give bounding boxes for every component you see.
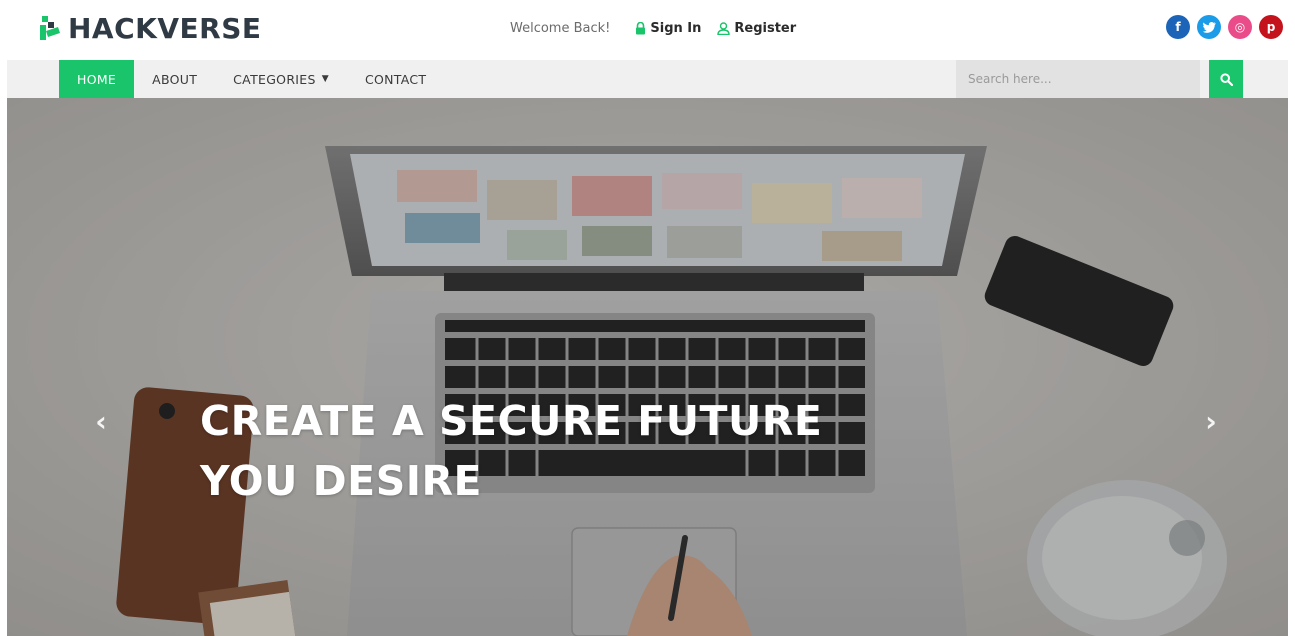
dribbble-icon[interactable]: ◎ bbox=[1228, 15, 1252, 39]
social-links: f ◎ p bbox=[1166, 15, 1283, 39]
hero-title-line-2: YOU DESIRE bbox=[200, 457, 483, 505]
register-label: Register bbox=[734, 20, 797, 36]
nav-item-label: ABOUT bbox=[152, 71, 198, 87]
nav-item-about[interactable]: ABOUT bbox=[134, 60, 215, 98]
search-input[interactable] bbox=[956, 60, 1200, 98]
nav-item-label: HOME bbox=[77, 71, 117, 87]
brand-name: HACKVERSE bbox=[68, 11, 262, 45]
hero-slider: ‹ › CREATE A SECURE FUTURE YOU DESIRE bbox=[7, 98, 1288, 636]
chevron-left-icon[interactable]: ‹ bbox=[89, 405, 113, 438]
chevron-right-icon[interactable]: › bbox=[1199, 405, 1223, 438]
sign-in-label: Sign In bbox=[650, 20, 702, 36]
twitter-icon[interactable] bbox=[1197, 15, 1221, 39]
top-header: HACKVERSE Welcome Back! Sign In Register… bbox=[0, 0, 1295, 58]
register-link[interactable]: Register bbox=[717, 21, 796, 36]
facebook-icon[interactable]: f bbox=[1166, 15, 1190, 39]
hero-title-line-1: CREATE A SECURE FUTURE bbox=[200, 397, 823, 445]
main-navbar: HOME ABOUT CATEGORIES ▼ CONTACT bbox=[7, 60, 1288, 98]
pinterest-icon[interactable]: p bbox=[1259, 15, 1283, 39]
nav-item-categories[interactable]: CATEGORIES ▼ bbox=[215, 60, 347, 98]
nav-item-label: CATEGORIES bbox=[233, 71, 316, 87]
account-bar: Welcome Back! Sign In Register bbox=[510, 17, 812, 39]
caret-down-icon: ▼ bbox=[321, 74, 329, 84]
search-button[interactable] bbox=[1209, 60, 1243, 98]
user-icon bbox=[717, 21, 731, 35]
nav-menu: HOME ABOUT CATEGORIES ▼ CONTACT bbox=[59, 60, 444, 98]
twitter-bird-icon bbox=[1202, 21, 1216, 33]
site-logo[interactable]: HACKVERSE bbox=[36, 8, 262, 48]
nav-item-label: CONTACT bbox=[364, 71, 427, 87]
welcome-text: Welcome Back! bbox=[510, 20, 611, 36]
nav-item-contact[interactable]: CONTACT bbox=[347, 60, 444, 98]
search-icon bbox=[1219, 72, 1233, 86]
hero-overlay bbox=[7, 98, 1288, 636]
lock-icon bbox=[636, 21, 646, 34]
logo-icon bbox=[40, 16, 60, 40]
nav-item-home[interactable]: HOME bbox=[59, 60, 135, 98]
sign-in-link[interactable]: Sign In bbox=[635, 21, 701, 36]
hero-title: CREATE A SECURE FUTURE YOU DESIRE bbox=[200, 391, 920, 511]
